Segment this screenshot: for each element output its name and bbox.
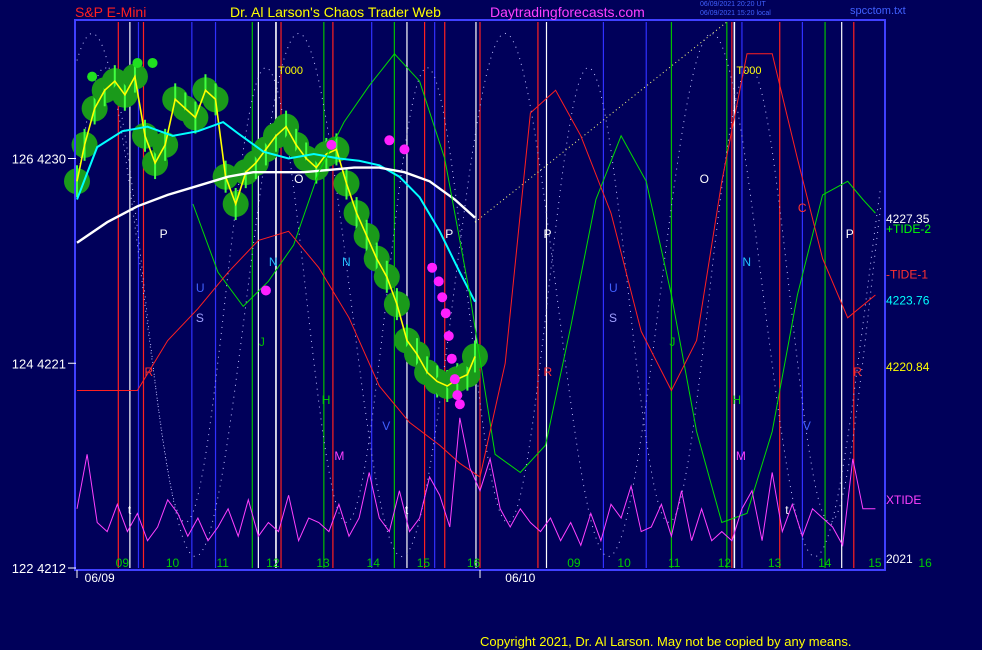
vline-letter-4: J <box>259 335 265 349</box>
right-label-5: XTIDE <box>886 493 921 507</box>
magenta-marker-12 <box>326 139 337 150</box>
x-date-label-1: 06/10 <box>505 571 535 585</box>
x-hour-label-15: 16 <box>918 556 932 570</box>
vline-letter-16: J <box>669 335 675 349</box>
x-hour-label-12: 13 <box>768 556 782 570</box>
vline-letter-8: M <box>334 449 344 463</box>
copyright: Copyright 2021, Dr. Al Larson. May not b… <box>480 634 852 649</box>
x-hour-label-8: 09 <box>567 556 581 570</box>
right-label-4: 4220.84 <box>886 360 930 374</box>
green-marker-0 <box>87 71 98 82</box>
magenta-marker-4 <box>440 308 451 319</box>
x-hour-label-1: 10 <box>166 556 180 570</box>
magenta-marker-10 <box>384 135 395 146</box>
x-hour-label-3: 12 <box>266 556 280 570</box>
vline-letter-9: N <box>342 255 351 269</box>
magenta-marker-5 <box>443 330 454 341</box>
vline-letter-10: V <box>382 419 390 433</box>
vline-letter-5: N <box>269 255 278 269</box>
x-hour-label-6: 15 <box>417 556 431 570</box>
right-label-1: +TIDE-2 <box>886 222 931 236</box>
vline-letter-26: t <box>405 503 409 517</box>
vline-letter-20: N <box>742 255 751 269</box>
magenta-marker-8 <box>452 390 463 401</box>
green-marker-1 <box>132 57 143 68</box>
site-url[interactable]: Daytradingforecasts.com <box>490 4 645 20</box>
vline-letter-12: P <box>543 227 551 241</box>
x-hour-label-7: 16 <box>467 556 481 570</box>
x-hour-label-10: 11 <box>668 556 681 570</box>
right-label-3: 4223.76 <box>886 293 930 307</box>
x-hour-label-2: 11 <box>216 556 229 570</box>
magenta-marker-0 <box>260 285 271 296</box>
right-side-labels: 4227.35+TIDE-2-TIDE-14223.764220.84XTIDE… <box>886 212 931 566</box>
x-hour-label-13: 14 <box>818 556 832 570</box>
vline-letter-15: S <box>609 311 617 325</box>
timestamp-local: 06/09/2021 15:20 local <box>700 10 771 17</box>
timestamp-ut: 06/09/2021 20:20 UT <box>700 1 766 8</box>
vline-letter-6: O <box>294 172 303 186</box>
x-hour-label-4: 13 <box>316 556 330 570</box>
vline-letter-21: C <box>798 201 807 215</box>
y-tick-label-0: 126 4230 <box>12 152 66 167</box>
y-tick-label-1: 124 4221 <box>12 356 66 371</box>
vertical-lines-layer: T000 T000 <box>117 22 855 568</box>
magenta-marker-6 <box>446 353 457 364</box>
day-boundary-label-0: T000 <box>278 65 303 77</box>
vline-letter-19: M <box>736 449 746 463</box>
dotted-cycle-2 <box>76 66 881 524</box>
magenta-marker-3 <box>437 292 448 303</box>
magenta-marker-9 <box>454 399 465 410</box>
right-label-2: -TIDE-1 <box>886 268 928 282</box>
vline-letter-25: t <box>128 503 132 517</box>
x-date-label-0: 06/09 <box>85 571 115 585</box>
chart: T000 T000 PUSRJNOHMNVP PRUSJOHMNCVPRt t t 12… <box>12 19 932 585</box>
file-name: spcctom.txt <box>850 5 906 17</box>
x-hour-label-5: 14 <box>367 556 381 570</box>
vline-letter-1: U <box>196 281 205 295</box>
vline-letter-22: V <box>803 419 811 433</box>
vline-letter-14: U <box>609 281 618 295</box>
x-hour-label-11: 12 <box>718 556 732 570</box>
vline-letter-23: P <box>846 227 854 241</box>
vline-letter-0: P <box>160 227 168 241</box>
x-hour-label-14: 15 <box>868 556 882 570</box>
magenta-marker-11 <box>399 144 410 155</box>
projection-line <box>474 21 728 223</box>
vline-letter-24: R <box>853 365 862 379</box>
y-tick-label-2: 122 4212 <box>12 561 66 576</box>
site-title: Dr. Al Larson's Chaos Trader Web <box>230 4 441 20</box>
x-hour-label-0: 09 <box>116 556 130 570</box>
green-marker-2 <box>147 57 158 68</box>
magenta-marker-1 <box>427 262 438 273</box>
x-hour-label-9: 10 <box>617 556 631 570</box>
right-label-6: 2021 <box>886 552 913 566</box>
vline-letter-13: R <box>543 365 552 379</box>
vline-letter-11: P <box>445 227 453 241</box>
magenta-marker-7 <box>449 374 460 385</box>
vline-letter-7: H <box>322 393 331 407</box>
symbol-title: S&P E-Mini <box>75 4 147 20</box>
y-axis-labels: 126 4230 124 4221 122 4212 <box>12 152 76 576</box>
vline-letter-17: O <box>700 172 709 186</box>
vline-letter-2: S <box>196 311 204 325</box>
vline-letter-3: R <box>144 365 153 379</box>
vline-letter-18: H <box>732 393 741 407</box>
day-boundary-label-1: T000 <box>736 65 761 77</box>
vertical-line-letters: PUSRJNOHMNVP PRUSJOHMNCVPRt t t <box>128 172 862 517</box>
magenta-marker-2 <box>433 276 444 287</box>
